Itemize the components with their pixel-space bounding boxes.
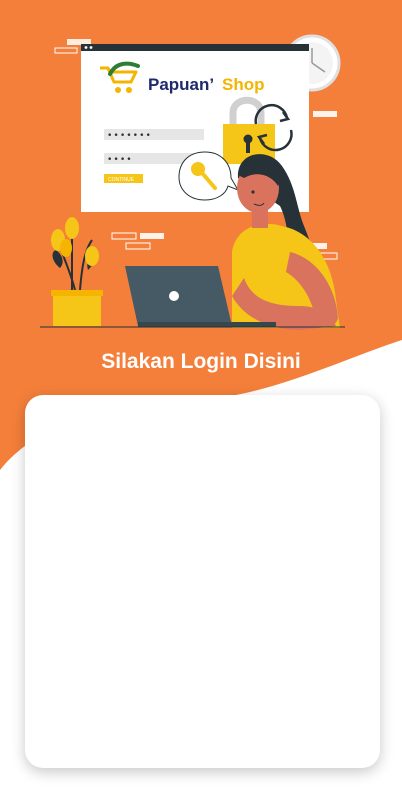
plant-decoration xyxy=(51,217,103,326)
hero-illustration: Papuan’ Shop ••••••• •••• CONTINUE xyxy=(40,34,345,330)
woman-illustration xyxy=(232,154,340,330)
masked-pin-text: •••• xyxy=(107,155,133,165)
continue-label: CONTINUE xyxy=(108,177,135,183)
login-card xyxy=(25,395,380,768)
brand-name-accent: Shop xyxy=(222,75,265,94)
page-title: Silakan Login Disini xyxy=(101,350,301,373)
brand-name-primary: Papuan’ xyxy=(148,75,214,94)
masked-password-text: ••••••• xyxy=(107,131,152,141)
